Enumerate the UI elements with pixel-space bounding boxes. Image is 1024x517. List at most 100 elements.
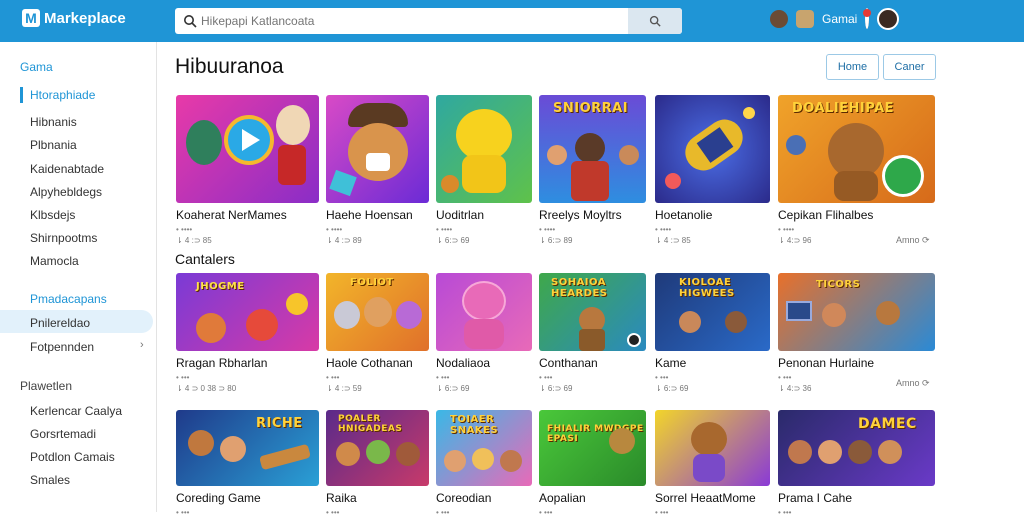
game-thumbnail: DOALIEHIPAE — [778, 95, 935, 203]
game-card[interactable]: FHIALIR MWDGPE EPASI Aopalian • ••• — [539, 410, 646, 517]
sidebar-item[interactable]: Potdlon Camais — [30, 450, 115, 464]
game-thumbnail: TICORS — [778, 273, 935, 351]
sidebar-item[interactable]: Alpyhebldegs — [30, 185, 102, 199]
sidebar-section-title: Plawetlen — [20, 379, 73, 393]
home-button[interactable]: Home — [826, 54, 879, 80]
game-meta: ⇂ 4 :⊃ 85 — [176, 236, 212, 245]
game-title: Raika — [326, 491, 357, 505]
game-card[interactable]: Hoetanolie • •••• ⇂ 4 :⊃ 85 — [655, 95, 770, 245]
section-title: Cantalers — [175, 251, 235, 267]
game-rating: • •••• — [778, 225, 795, 234]
game-card[interactable]: RICHE Coreding Game • ••• — [176, 410, 319, 517]
game-meta: ⇂ 6:⊃ 69 — [539, 384, 573, 393]
user-label[interactable]: Gamai — [822, 12, 857, 26]
game-meta: ⇂ 6:⊃ 69 — [436, 236, 470, 245]
notification-avatar[interactable] — [863, 8, 872, 29]
game-rating: • •••• — [436, 225, 453, 234]
game-card[interactable]: SNIORRAI Rreelys Moyltrs • •••• ⇂ 6:⊃ 89 — [539, 95, 646, 245]
game-rating: • •••• — [539, 225, 556, 234]
game-card[interactable]: TICORS Penonan Hurlaine • ••• ⇂ 4:⊃ 36 — [778, 273, 935, 393]
game-card[interactable]: POALER HNIGADEAS Raika • ••• — [326, 410, 429, 517]
game-rating: • ••• — [326, 373, 340, 382]
more-link[interactable]: Amno ⟳ — [896, 378, 930, 389]
game-rating: • ••• — [176, 373, 190, 382]
game-rating: • •••• — [176, 225, 193, 234]
game-card[interactable]: JHOGME Rragan Rbharlan • ••• ⇂ 4 ⊃ 0 38 … — [176, 273, 319, 393]
game-title: Koaherat NerMames — [176, 208, 287, 222]
sidebar-section-title: Gama — [20, 60, 53, 74]
game-thumbnail: TOIAER SNAKES — [436, 410, 532, 486]
game-thumbnail: DAMEC — [778, 410, 935, 486]
game-title: Sorrel HeaatMome — [655, 491, 756, 505]
game-title: Nodaliaoa — [436, 356, 491, 370]
game-card[interactable]: SOHAIOA HEARDES Conthanan • ••• ⇂ 6:⊃ 69 — [539, 273, 646, 393]
game-card[interactable]: Uoditrlan • •••• ⇂ 6:⊃ 69 — [436, 95, 532, 245]
chevron-right-icon[interactable]: › — [140, 339, 144, 351]
game-thumbnail — [326, 95, 429, 203]
sidebar-item[interactable]: Kerlencar Caalya — [30, 404, 122, 418]
sidebar-item-active[interactable]: Htoraphiade — [30, 88, 95, 102]
game-thumbnail — [436, 273, 532, 351]
game-card[interactable]: TOIAER SNAKES Coreodian • ••• — [436, 410, 532, 517]
search-button[interactable] — [628, 8, 682, 34]
thumb-logo-text: RICHE — [256, 416, 303, 431]
game-meta: ⇂ 4 :⊃ 85 — [655, 236, 691, 245]
sidebar-item[interactable]: Mamocla — [30, 254, 79, 268]
game-card[interactable]: FOLIOT Haole Cothanan • ••• ⇂ 4 :⊃ 59 — [326, 273, 429, 393]
thumb-logo-text: FOLIOT — [350, 277, 394, 288]
search-icon — [179, 10, 201, 32]
sidebar: Gama Htoraphiade Hibnanis Plbnania Kaide… — [0, 42, 157, 512]
profile-icon[interactable] — [770, 10, 788, 28]
trophy-icon[interactable] — [796, 10, 814, 28]
thumb-logo-text: TICORS — [816, 279, 861, 290]
sidebar-item[interactable]: Hibnanis — [30, 115, 77, 129]
game-title: Hoetanolie — [655, 208, 713, 222]
sidebar-item-selected[interactable]: Pnilereldao — [30, 316, 90, 330]
game-title: Haole Cothanan — [326, 356, 413, 370]
sidebar-item[interactable]: Smales — [30, 473, 70, 487]
sidebar-item[interactable]: Shirnpootms — [30, 231, 97, 245]
game-thumbnail: KIOLOAE HIGWEES — [655, 273, 770, 351]
game-title: Penonan Hurlaine — [778, 356, 875, 370]
page-title: Hibuuranoa — [175, 55, 284, 78]
game-rating: • •••• — [326, 225, 343, 234]
game-card[interactable]: Nodaliaoa • ••• ⇂ 6:⊃ 69 — [436, 273, 532, 393]
search-input[interactable] — [201, 10, 628, 32]
thumb-logo-text: POALER HNIGADEAS — [338, 414, 403, 434]
top-bar: M Markeplace Gamai — [0, 0, 1024, 42]
notification-badge — [863, 9, 872, 17]
game-rating: • ••• — [436, 508, 450, 517]
app-logo[interactable]: M Markeplace — [22, 9, 126, 27]
game-card[interactable]: DOALIEHIPAE Cepikan Flihalbes • •••• ⇂ 4… — [778, 95, 935, 245]
game-meta: ⇂ 6:⊃ 89 — [539, 236, 573, 245]
thumb-logo-text: DAMEC — [858, 416, 917, 432]
sidebar-section-title: Pmadacapans — [30, 292, 107, 306]
search-button-icon — [649, 15, 661, 27]
game-card[interactable]: Koaherat NerMames • •••• ⇂ 4 :⊃ 85 — [176, 95, 319, 245]
sidebar-item[interactable]: Kaidenabtade — [30, 162, 104, 176]
game-card[interactable]: Haehe Hoensan • •••• ⇂ 4 :⊃ 89 — [326, 95, 429, 245]
game-title: Uoditrlan — [436, 208, 485, 222]
game-card[interactable]: Sorrel HeaatMome • ••• — [655, 410, 770, 517]
game-title: Conthanan — [539, 356, 598, 370]
user-avatar[interactable] — [877, 8, 900, 30]
sidebar-item[interactable]: Klbsdejs — [30, 208, 75, 222]
active-indicator — [20, 87, 23, 103]
sidebar-item[interactable]: Plbnania — [30, 138, 77, 152]
game-card[interactable]: DAMEC Prama I Cahe • ••• — [778, 410, 935, 517]
game-thumbnail: SOHAIOA HEARDES — [539, 273, 646, 351]
top-right-tools: Gamai — [770, 8, 900, 30]
other-button[interactable]: Caner — [883, 54, 936, 80]
sidebar-item[interactable]: Fotpennden — [30, 340, 94, 354]
thumb-logo-text: DOALIEHIPAE — [792, 101, 895, 116]
game-rating: • ••• — [176, 508, 190, 517]
game-meta: ⇂ 4 :⊃ 59 — [326, 384, 362, 393]
thumb-logo-text: SOHAIOA HEARDES — [551, 277, 608, 299]
game-card[interactable]: KIOLOAE HIGWEES Kame • ••• ⇂ 6:⊃ 69 — [655, 273, 770, 393]
game-rating: • ••• — [655, 508, 669, 517]
game-thumbnail — [655, 95, 770, 203]
game-title: Kame — [655, 356, 687, 370]
game-rating: • ••• — [778, 508, 792, 517]
sidebar-item[interactable]: Gorsrtemadi — [30, 427, 96, 441]
more-link[interactable]: Amno ⟳ — [896, 235, 930, 246]
